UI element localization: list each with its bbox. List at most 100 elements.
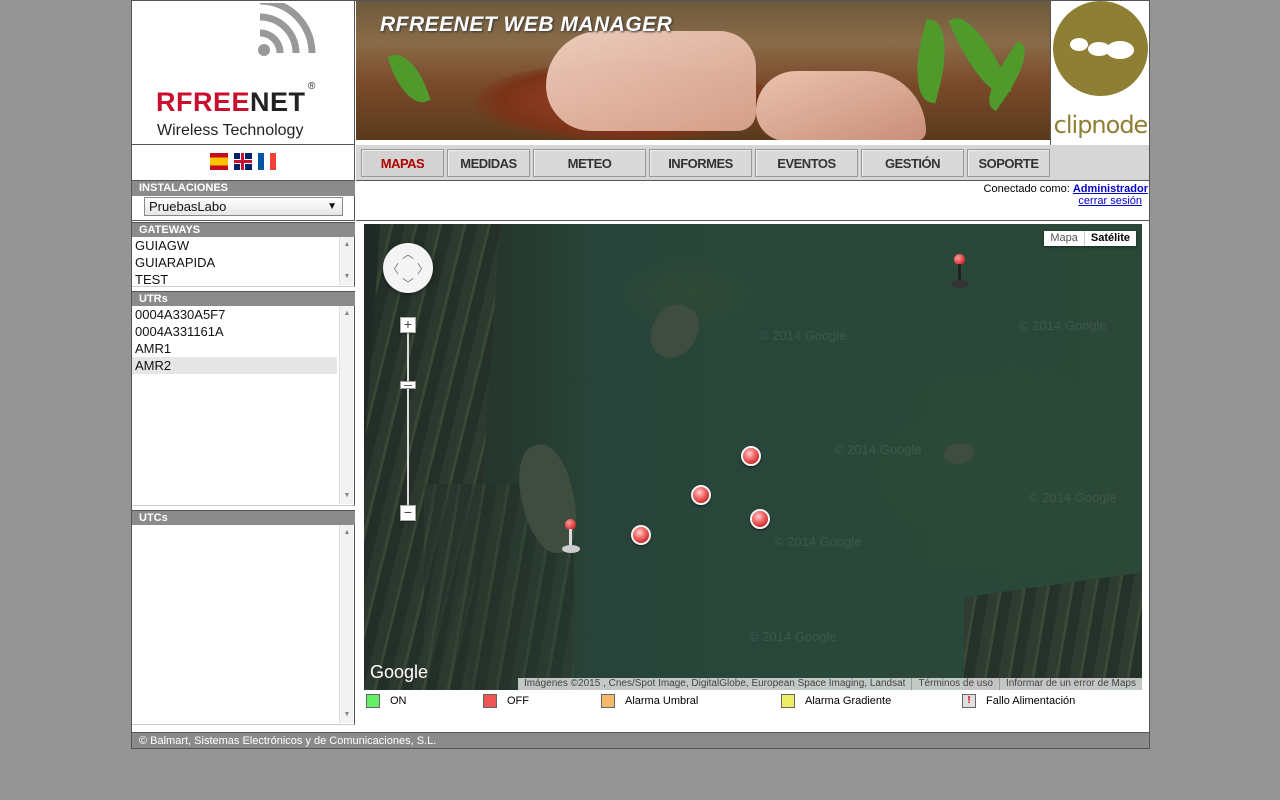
- gateways-title: GATEWAYS: [132, 222, 355, 237]
- terms-link[interactable]: Términos de uso: [911, 678, 998, 690]
- legend-threshold-alarm: Alarma Umbral: [601, 694, 698, 708]
- scroll-up-icon[interactable]: ▲: [340, 308, 354, 320]
- zoom-slider-handle[interactable]: [400, 381, 416, 389]
- main-nav: MAPAS MEDIDAS METEO INFORMES EVENTOS GES…: [356, 145, 1149, 181]
- sensor-marker[interactable]: [631, 525, 651, 545]
- exclamation-icon: !: [962, 694, 976, 708]
- nav-medidas[interactable]: MEDIDAS: [447, 149, 530, 177]
- zoom-in-button[interactable]: +: [400, 317, 416, 333]
- logout-link[interactable]: cerrar sesión: [1078, 195, 1142, 207]
- pan-right-icon[interactable]: 〉: [417, 260, 429, 277]
- pan-up-icon[interactable]: ︿: [402, 245, 414, 262]
- legend-gradient-alarm: Alarma Gradiente: [781, 694, 891, 708]
- legend-swatch: [781, 694, 795, 708]
- legend-swatch: [601, 694, 615, 708]
- user-link[interactable]: Administrador: [1073, 183, 1148, 195]
- nav-meteo[interactable]: METEO: [533, 149, 646, 177]
- logo-tagline: Wireless Technology: [157, 122, 304, 139]
- hand-image: [756, 71, 926, 140]
- hand-image: [546, 31, 756, 131]
- installation-selected-value: PruebasLabo: [149, 199, 227, 214]
- logo-wordmark-dark: NET: [250, 87, 306, 117]
- map-type-satellite-button[interactable]: Satélite: [1084, 231, 1136, 246]
- list-item[interactable]: AMR1: [132, 340, 337, 357]
- logo-wordmark-red: RFREE: [156, 87, 251, 117]
- clipnode-emblem: [1053, 1, 1148, 96]
- app-frame: RFREENET ® Wireless Technology RFREENET …: [131, 0, 1150, 749]
- nav-mapas[interactable]: MAPAS: [361, 149, 444, 177]
- status-legend: ON OFF Alarma Umbral Alarma Gradiente ! F…: [364, 693, 1142, 711]
- utcs-title: UTCs: [132, 510, 355, 525]
- utcs-list[interactable]: ▲ ▼: [132, 525, 355, 725]
- map-type-control: Mapa Satélite: [1044, 231, 1136, 246]
- scrollbar[interactable]: ▲ ▼: [339, 525, 353, 723]
- session-area: Conectado como: Administrador cerrar ses…: [356, 181, 1149, 221]
- installations-panel: INSTALACIONES PruebasLabo ▼: [132, 181, 355, 221]
- scroll-down-icon[interactable]: ▼: [340, 709, 354, 721]
- legend-label: ON: [390, 695, 407, 707]
- pan-down-icon[interactable]: ﹀: [402, 275, 414, 292]
- zoom-out-button[interactable]: −: [400, 505, 416, 521]
- nav-informes[interactable]: INFORMES: [649, 149, 752, 177]
- map-watermark: © 2014 Google: [774, 534, 862, 549]
- map-watermark: © 2014 Google: [834, 442, 922, 457]
- map-watermark: © 2014 Google: [1019, 318, 1107, 333]
- nav-gestion[interactable]: GESTIÓN: [861, 149, 964, 177]
- clipnode-logo: clipnode: [1050, 1, 1149, 145]
- legend-swatch: [366, 694, 380, 708]
- pan-control[interactable]: ︿ ﹀ 〈 〉: [383, 243, 433, 293]
- connected-label: Conectado como:: [983, 183, 1070, 195]
- list-item[interactable]: 0004A331161A: [132, 323, 337, 340]
- legend-power-failure: ! Fallo Alimentación: [962, 694, 1075, 708]
- wireless-signal-icon: [258, 3, 316, 56]
- legend-label: OFF: [507, 695, 529, 707]
- installations-title: INSTALACIONES: [132, 181, 355, 196]
- map-watermark: © 2014 Google: [1029, 490, 1117, 505]
- sensor-marker[interactable]: [741, 446, 761, 466]
- list-item[interactable]: GUIAGW: [132, 237, 337, 254]
- flag-spain-icon[interactable]: [210, 153, 228, 170]
- gateway-pin-icon[interactable]: [948, 254, 972, 294]
- list-item-selected[interactable]: AMR2: [132, 357, 337, 374]
- list-item[interactable]: 0004A330A5F7: [132, 306, 337, 323]
- registered-mark: ®: [308, 81, 316, 92]
- google-logo: Google: [370, 662, 429, 682]
- installation-select[interactable]: PruebasLabo ▼: [144, 197, 343, 216]
- scroll-up-icon[interactable]: ▲: [340, 239, 354, 251]
- footer: © Balmart, Sistemas Electrónicos y de Co…: [132, 732, 1149, 748]
- island-shape: [944, 444, 974, 464]
- list-item[interactable]: TEST: [132, 271, 337, 288]
- flag-uk-icon[interactable]: [234, 153, 252, 170]
- pan-left-icon[interactable]: 〈: [387, 260, 399, 277]
- scrollbar[interactable]: ▲ ▼: [339, 306, 353, 504]
- scroll-up-icon[interactable]: ▲: [340, 527, 354, 539]
- report-error-link[interactable]: Informar de un error de Maps: [998, 678, 1142, 690]
- legend-swatch: [483, 694, 497, 708]
- header-banner: RFREENET WEB MANAGER: [356, 1, 1050, 140]
- utrs-list[interactable]: 0004A330A5F7 0004A331161A AMR1 AMR2 ▲ ▼: [132, 306, 355, 506]
- banner-title: RFREENET WEB MANAGER: [380, 13, 673, 36]
- map-type-map-button[interactable]: Mapa: [1044, 231, 1085, 246]
- list-item[interactable]: GUIARAPIDA: [132, 254, 337, 271]
- scrollbar[interactable]: ▲ ▼: [339, 237, 353, 285]
- gateway-pin-icon[interactable]: [559, 519, 583, 559]
- plant-leaf: [906, 18, 956, 104]
- gateways-list[interactable]: GUIAGW GUIARAPIDA TEST ▲ ▼: [132, 237, 355, 287]
- map-watermark: © 2014 Google: [759, 328, 847, 343]
- scroll-down-icon[interactable]: ▼: [340, 490, 354, 502]
- legend-label: Alarma Gradiente: [805, 695, 892, 707]
- plant-leaf: [387, 48, 431, 109]
- satellite-map[interactable]: © 2014 Google © 2014 Google © 2014 Googl…: [364, 224, 1142, 690]
- legend-label: Fallo Alimentación: [986, 695, 1076, 707]
- connected-as: Conectado como: Administrador: [984, 183, 1148, 195]
- flag-france-icon[interactable]: [258, 153, 276, 170]
- map-watermark: © 2014 Google: [749, 629, 837, 644]
- farm-fields: [964, 570, 1142, 690]
- scroll-down-icon[interactable]: ▼: [340, 271, 354, 283]
- nav-soporte[interactable]: SOPORTE: [967, 149, 1050, 177]
- nav-eventos[interactable]: EVENTOS: [755, 149, 858, 177]
- sensor-marker[interactable]: [691, 485, 711, 505]
- language-selector: [132, 145, 355, 181]
- sensor-marker[interactable]: [750, 509, 770, 529]
- utrs-title: UTRs: [132, 291, 355, 306]
